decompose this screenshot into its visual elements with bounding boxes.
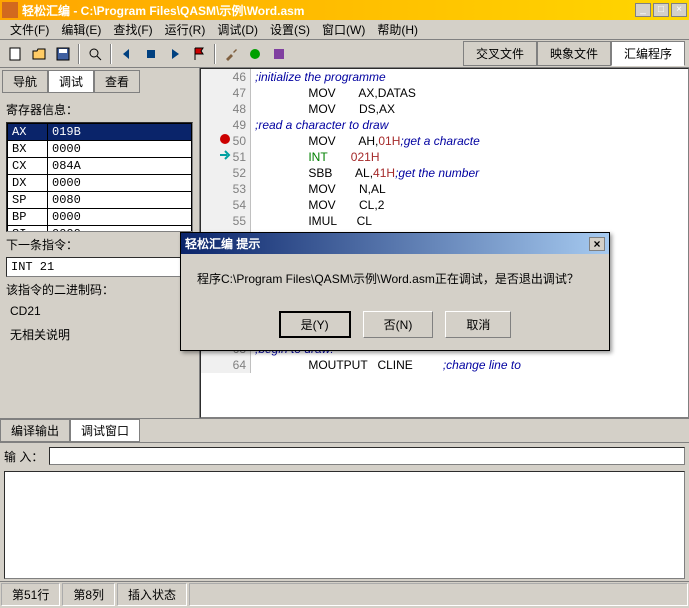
no-button[interactable]: 否(N) <box>363 311 434 338</box>
register-row[interactable]: AX019B <box>8 124 192 141</box>
dialog-titlebar: 轻松汇编 提示 × <box>181 233 609 254</box>
statusbar: 第51行 第8列 插入状态 <box>0 581 689 607</box>
register-label: 寄存器信息： <box>6 101 193 118</box>
next-instr-label: 下一条指令： <box>6 236 193 253</box>
binary-value: CD21 <box>6 302 193 320</box>
debug-panel: 寄存器信息： AX019BBX0000CX084ADX0000SP0080BP0… <box>2 93 197 353</box>
register-row[interactable]: CX084A <box>8 158 192 175</box>
stop-icon[interactable] <box>140 43 162 65</box>
register-row[interactable]: SI0000 <box>8 226 192 233</box>
input-label: 输 入： <box>4 448 43 465</box>
dialog-buttons: 是(Y) 否(N) 取消 <box>181 303 609 350</box>
maximize-button[interactable]: □ <box>653 3 669 17</box>
menu-item[interactable]: 帮助(H) <box>371 19 424 40</box>
new-file-icon[interactable] <box>4 43 26 65</box>
step-back-icon[interactable] <box>116 43 138 65</box>
debug-input[interactable] <box>49 447 685 465</box>
menubar: 文件(F)编辑(E)查找(F)运行(R)调试(D)设置(S)窗口(W)帮助(H) <box>0 20 689 40</box>
menu-item[interactable]: 查找(F) <box>107 19 158 40</box>
window-title: 轻松汇编 - C:\Program Files\QASM\示例\Word.asm <box>22 2 635 19</box>
titlebar: 轻松汇编 - C:\Program Files\QASM\示例\Word.asm… <box>0 0 689 20</box>
status-line: 第51行 <box>1 583 60 606</box>
register-row[interactable]: BX0000 <box>8 141 192 158</box>
menu-item[interactable]: 运行(R) <box>159 19 212 40</box>
menu-item[interactable]: 文件(F) <box>4 19 55 40</box>
register-row[interactable]: BP0000 <box>8 209 192 226</box>
left-panel: 导航调试查看 寄存器信息： AX019BBX0000CX084ADX0000SP… <box>0 68 200 418</box>
run-icon[interactable] <box>164 43 186 65</box>
register-row[interactable]: DX0000 <box>8 175 192 192</box>
left-tab-bar: 导航调试查看 <box>2 70 197 93</box>
close-button[interactable]: × <box>671 3 687 17</box>
binary-label: 该指令的二进制码： <box>6 281 193 298</box>
next-instr-value: INT 21 <box>6 257 193 277</box>
file-tab[interactable]: 汇编程序 <box>611 41 685 66</box>
register-row[interactable]: SP0080 <box>8 192 192 209</box>
no-description: 无相关说明 <box>6 320 193 349</box>
flag-icon[interactable] <box>188 43 210 65</box>
left-tab[interactable]: 导航 <box>2 70 48 93</box>
open-file-icon[interactable] <box>28 43 50 65</box>
cancel-button[interactable]: 取消 <box>445 311 511 338</box>
menu-item[interactable]: 编辑(E) <box>55 19 107 40</box>
file-tab[interactable]: 交叉文件 <box>463 41 537 66</box>
dialog-message: 程序C:\Program Files\QASM\示例\Word.asm正在调试，… <box>181 254 609 303</box>
settings-icon[interactable] <box>244 43 266 65</box>
left-tab[interactable]: 查看 <box>94 70 140 93</box>
dialog-close-button[interactable]: × <box>589 237 605 251</box>
status-spacer <box>189 583 688 606</box>
tools-icon[interactable] <box>220 43 242 65</box>
menu-item[interactable]: 设置(S) <box>264 19 316 40</box>
dialog-title: 轻松汇编 提示 <box>185 235 260 252</box>
bottom-tab-bar: 编译输出调试窗口 <box>0 418 689 442</box>
register-list[interactable]: AX019BBX0000CX084ADX0000SP0080BP0000SI00… <box>6 122 193 232</box>
menu-item[interactable]: 调试(D) <box>211 19 264 40</box>
debug-io-panel: 输 入： <box>0 442 689 469</box>
window-buttons: _ □ × <box>635 3 687 17</box>
status-mode: 插入状态 <box>117 583 187 606</box>
menu-item[interactable]: 窗口(W) <box>316 19 371 40</box>
help-icon[interactable] <box>268 43 290 65</box>
save-file-icon[interactable] <box>52 43 74 65</box>
bottom-tab[interactable]: 调试窗口 <box>70 419 140 442</box>
bottom-tab[interactable]: 编译输出 <box>0 419 70 442</box>
confirm-dialog: 轻松汇编 提示 × 程序C:\Program Files\QASM\示例\Wor… <box>180 232 610 351</box>
find-icon[interactable] <box>84 43 106 65</box>
output-log[interactable] <box>4 471 685 579</box>
file-tab[interactable]: 映象文件 <box>537 41 611 66</box>
left-tab[interactable]: 调试 <box>48 70 94 93</box>
status-col: 第8列 <box>62 583 115 606</box>
toolbar: 交叉文件映象文件汇编程序 <box>0 40 689 68</box>
app-icon <box>2 2 18 18</box>
minimize-button[interactable]: _ <box>635 3 651 17</box>
yes-button[interactable]: 是(Y) <box>279 311 351 338</box>
file-tab-bar: 交叉文件映象文件汇编程序 <box>463 41 685 66</box>
